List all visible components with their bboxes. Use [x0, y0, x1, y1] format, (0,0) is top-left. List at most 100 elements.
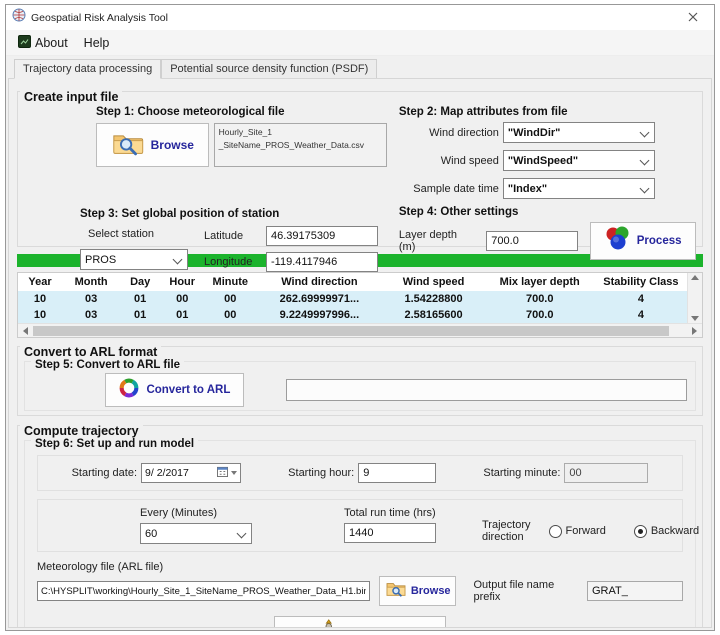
browse-arl-file-button[interactable]: Browse: [379, 576, 457, 606]
about-icon: [18, 35, 31, 51]
window-title: Geospatial Risk Analysis Tool: [31, 12, 678, 24]
met-file-name-box: Hourly_Site_1 _SiteName_PROS_Weather_Dat…: [214, 123, 387, 167]
scroll-right-icon[interactable]: [692, 327, 697, 335]
step6-label: Step 6: Set up and run model: [31, 438, 198, 450]
cell: 01: [120, 307, 160, 323]
layer-depth-label: Layer depth (m): [399, 229, 476, 253]
cell: 700.0: [485, 291, 595, 307]
weather-data-table: Year Month Day Hour Minute Wind directio…: [17, 272, 703, 338]
total-run-time-label: Total run time (hrs): [344, 507, 436, 519]
select-station-label: Select station: [88, 228, 188, 240]
create-input-file-group: Create input file Step 1: Choose meteoro…: [17, 91, 703, 247]
menu-bar: About Help: [6, 30, 714, 56]
tab-trajectory-data-processing[interactable]: Trajectory data processing: [14, 59, 161, 79]
latitude-field[interactable]: [266, 226, 378, 246]
menu-help-label: Help: [84, 36, 110, 50]
cell: 03: [62, 291, 120, 307]
starting-hour-label: Starting hour:: [288, 467, 354, 479]
starting-minute-label: Starting minute:: [483, 467, 560, 479]
output-prefix-field[interactable]: [587, 581, 683, 601]
starting-date-value: 9/ 2/2017: [145, 467, 214, 479]
starting-minute-field[interactable]: [564, 463, 648, 483]
step3-label: Step 3: Set global position of station: [80, 208, 387, 220]
arl-file-label: Meteorology file (ARL file): [37, 561, 683, 573]
cell: 700.0: [485, 307, 595, 323]
data-grid: Year Month Day Hour Minute Wind directio…: [18, 273, 687, 323]
horizontal-scrollbar[interactable]: [18, 323, 702, 337]
starting-hour-field[interactable]: [358, 463, 436, 483]
folder-icon: [385, 580, 407, 603]
chevron-down-icon: [173, 255, 183, 265]
met-file-row: Meteorology file (ARL file): [37, 561, 683, 606]
starting-date-picker[interactable]: 9/ 2/2017: [141, 463, 241, 483]
menu-about[interactable]: About: [14, 32, 76, 54]
table-row[interactable]: 10 03 01 01 00 9.2249997996... 2.5816560…: [18, 307, 687, 323]
sample-date-time-value: "Index": [508, 183, 640, 195]
station-value: PROS: [85, 254, 173, 266]
station-select[interactable]: PROS: [80, 249, 188, 270]
tab-psdf[interactable]: Potential source density function (PSDF): [161, 59, 377, 79]
scrollbar-thumb[interactable]: [33, 326, 669, 336]
run-model-button[interactable]: Run model: [274, 616, 446, 628]
latitude-label: Latitude: [204, 230, 262, 242]
scroll-down-icon[interactable]: [691, 316, 699, 321]
met-file-name-line1: Hourly_Site_1: [219, 126, 382, 139]
step5-section: Step 5: Convert to ARL file: [24, 361, 696, 411]
app-icon: [12, 8, 26, 27]
every-minutes-select[interactable]: 60: [140, 523, 252, 544]
step1-label: Step 1: Choose meteorological file: [96, 106, 387, 118]
convert-to-arl-button[interactable]: Convert to ARL: [105, 373, 244, 407]
cell: 4: [595, 307, 687, 323]
cell: 01: [120, 291, 160, 307]
wind-direction-select[interactable]: "WindDir": [503, 122, 655, 143]
cell: 00: [204, 307, 256, 323]
create-input-file-label: Create input file: [20, 90, 122, 104]
step4-label: Step 4: Other settings: [399, 206, 696, 218]
layer-depth-field[interactable]: [486, 231, 578, 251]
every-minutes-label: Every (Minutes): [140, 507, 252, 519]
convert-arl-group-label: Convert to ARL format: [20, 345, 161, 359]
cell: 2.58165600: [383, 307, 485, 323]
app-window: Geospatial Risk Analysis Tool About Help…: [5, 4, 715, 631]
wind-speed-value: "WindSpeed": [508, 155, 640, 167]
folder-search-icon: [111, 129, 145, 161]
sample-date-time-select[interactable]: "Index": [503, 178, 655, 199]
close-icon: [688, 9, 698, 27]
step1-section: Step 1: Choose meteorological file: [24, 106, 387, 199]
wind-direction-value: "WindDir": [508, 127, 640, 139]
menu-help[interactable]: Help: [80, 33, 118, 53]
step4-section: Step 4: Other settings Layer depth (m): [387, 206, 696, 272]
chevron-down-icon: [640, 128, 650, 138]
step3-section: Step 3: Set global position of station S…: [24, 208, 387, 272]
backward-radio[interactable]: [634, 525, 647, 538]
process-button[interactable]: Process: [590, 222, 696, 260]
step2-section: Step 2: Map attributes from file Wind di…: [387, 106, 696, 199]
trajectory-tab-panel: Create input file Step 1: Choose meteoro…: [8, 78, 712, 628]
convert-to-arl-label: Convert to ARL: [146, 384, 230, 396]
longitude-field[interactable]: [266, 252, 378, 272]
cell: 03: [62, 307, 120, 323]
rainbow-ring-icon: [118, 377, 140, 404]
table-row[interactable]: 10 03 01 00 00 262.69999971... 1.5422880…: [18, 291, 687, 307]
forward-radio[interactable]: [549, 525, 562, 538]
wind-speed-select[interactable]: "WindSpeed": [503, 150, 655, 171]
cell: 4: [595, 291, 687, 307]
menu-about-label: About: [35, 36, 68, 50]
close-button[interactable]: [678, 7, 708, 29]
run-settings-row: Every (Minutes) 60 Total run time (hrs) …: [37, 499, 683, 552]
scroll-left-icon[interactable]: [23, 327, 28, 335]
total-run-time-field[interactable]: [344, 523, 436, 543]
compute-trajectory-label: Compute trajectory: [20, 424, 143, 438]
calendar-icon: [217, 466, 228, 480]
cell: 00: [204, 291, 256, 307]
arl-file-path-field[interactable]: [37, 581, 370, 601]
process-button-label: Process: [637, 235, 682, 247]
compute-trajectory-group: Compute trajectory Step 6: Set up and ru…: [17, 425, 703, 628]
backward-radio-label: Backward: [651, 525, 699, 537]
tab-strip: Trajectory data processing Potential sou…: [6, 56, 714, 79]
browse-met-file-button[interactable]: Browse: [96, 123, 209, 167]
vertical-scrollbar[interactable]: [687, 273, 702, 323]
browse-met-file-label: Browse: [151, 138, 194, 152]
wind-direction-label: Wind direction: [387, 127, 499, 139]
cell: 1.54228800: [383, 291, 485, 307]
